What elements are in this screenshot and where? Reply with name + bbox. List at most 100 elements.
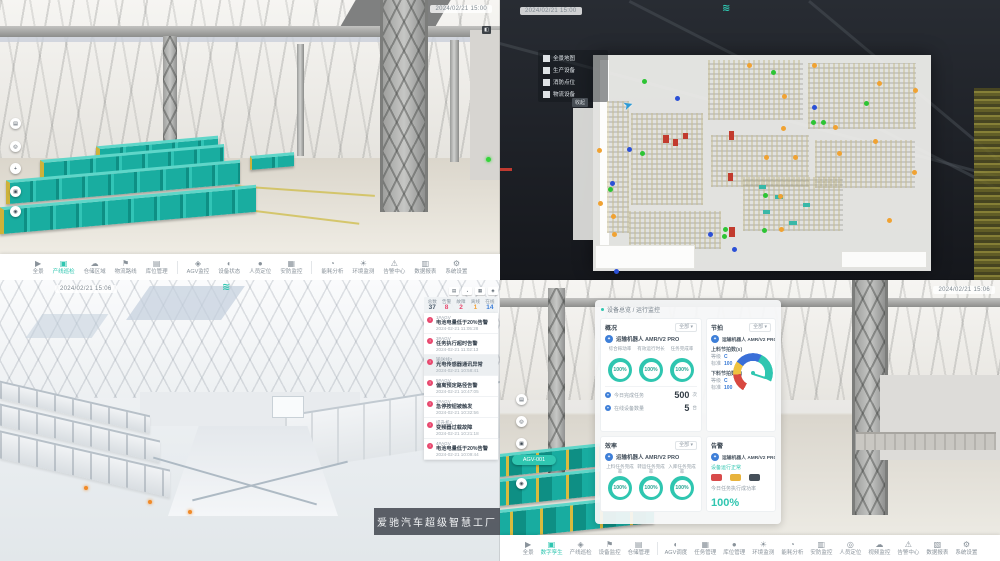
device-dot[interactable] bbox=[640, 151, 645, 156]
device-dot[interactable] bbox=[611, 214, 616, 219]
device-dot[interactable] bbox=[887, 218, 892, 223]
device-dot[interactable] bbox=[778, 194, 783, 199]
device-dot[interactable] bbox=[812, 63, 817, 68]
device-dot[interactable] bbox=[722, 234, 727, 239]
device-dot[interactable] bbox=[779, 227, 784, 232]
status-count[interactable]: 在线 14 bbox=[483, 299, 497, 311]
viewpoint-marker-button[interactable]: + bbox=[10, 163, 21, 174]
alarm-list-item[interactable]: ! 1#AGV 电池电量低于20%告警 2024-02-21 11:05:28 bbox=[424, 313, 498, 334]
toolbar-item[interactable]: ▦ 任务管理 bbox=[694, 541, 716, 556]
status-count[interactable]: 总数 37 bbox=[425, 299, 439, 311]
fullscreen-icon[interactable]: ◧ bbox=[482, 26, 491, 34]
device-dot[interactable] bbox=[912, 170, 917, 175]
viewpoint-marker-button[interactable]: ◉ bbox=[10, 206, 21, 217]
toolbar-item[interactable]: ▦ 安防监控 bbox=[280, 260, 302, 275]
device-dot[interactable] bbox=[732, 247, 737, 252]
viewpoint-marker-button[interactable]: ◉ bbox=[516, 478, 527, 489]
toolbar-item[interactable]: ▤ 仓储管理 bbox=[628, 541, 650, 556]
toolbar-item[interactable]: ⚙ 系统设置 bbox=[955, 541, 977, 556]
toolbar-item[interactable]: ▶ 全景 bbox=[33, 260, 44, 275]
toolbar-item[interactable]: ⚙ 系统设置 bbox=[445, 260, 467, 275]
device-dot[interactable] bbox=[612, 232, 617, 237]
device-dot[interactable] bbox=[642, 79, 647, 84]
toolbar-item[interactable]: ▤ 库位管理 bbox=[146, 260, 168, 275]
vehicle-icon[interactable] bbox=[730, 474, 741, 481]
toolbar-item[interactable]: ◈ 产线巡检 bbox=[570, 541, 592, 556]
toolbar-item[interactable]: ☀ 环境监测 bbox=[752, 541, 774, 556]
toolbar-item[interactable]: ▥ 安防监控 bbox=[810, 541, 832, 556]
panel-tab-button[interactable]: ▦ bbox=[475, 287, 485, 295]
toolbar-item[interactable]: ◔ 能耗分析 bbox=[321, 260, 343, 275]
device-dot[interactable] bbox=[913, 88, 918, 93]
viewpoint-marker-button[interactable]: ▣ bbox=[10, 186, 21, 197]
toolbar-item[interactable]: ◐ AGV调度 bbox=[665, 541, 688, 556]
toolbar-item[interactable]: ● 库位管理 bbox=[723, 541, 745, 556]
device-dot[interactable] bbox=[821, 120, 826, 125]
device-dot[interactable] bbox=[708, 232, 713, 237]
layer-toggle[interactable]: 物流设备 bbox=[543, 90, 603, 98]
device-dot[interactable] bbox=[877, 81, 882, 86]
device-dot[interactable] bbox=[747, 63, 752, 68]
device-dot[interactable] bbox=[812, 105, 817, 110]
toolbar-item[interactable]: ⚠ 告警中心 bbox=[897, 541, 919, 556]
status-count[interactable]: 离线 1 bbox=[468, 299, 482, 311]
toolbar-item[interactable]: ☁ 视频监控 bbox=[868, 541, 890, 556]
device-dot[interactable] bbox=[763, 193, 768, 198]
device-dot[interactable] bbox=[627, 147, 632, 152]
device-dot[interactable] bbox=[781, 126, 786, 131]
agv-tag-label[interactable]: AGV-001 bbox=[512, 455, 556, 465]
device-dot[interactable] bbox=[762, 228, 767, 233]
toolbar-item[interactable]: ⚠ 告警中心 bbox=[383, 260, 405, 275]
toolbar-item[interactable]: ⚑ 设备监控 bbox=[599, 541, 621, 556]
alarm-list-item[interactable]: ! 输送线2 光电传感器通讯异常 2024-02-21 10:58:41 bbox=[424, 355, 498, 376]
alarm-list-item[interactable]: ! 3#AGV 任务执行超时告警 2024-02-21 11:02:13 bbox=[424, 334, 498, 355]
device-dot[interactable] bbox=[723, 227, 728, 232]
viewpoint-marker-button[interactable]: ▤ bbox=[516, 394, 527, 405]
alarm-list-item[interactable]: ! 4#AGV 电池电量低于20%告警 2024-02-21 10:09:44 bbox=[424, 439, 498, 460]
toolbar-item[interactable]: ● 人员定位 bbox=[249, 260, 271, 275]
device-dot[interactable] bbox=[598, 201, 603, 206]
layer-toggle[interactable]: 生产设备 bbox=[543, 66, 603, 74]
device-dot[interactable] bbox=[833, 125, 838, 130]
viewpoint-marker-button[interactable]: ▣ bbox=[516, 438, 527, 449]
status-count[interactable]: 告警 8 bbox=[439, 299, 453, 311]
device-dot[interactable] bbox=[837, 151, 842, 156]
device-dot[interactable] bbox=[614, 269, 619, 274]
device-dot[interactable] bbox=[811, 120, 816, 125]
filter-select[interactable]: 全部 ▾ bbox=[675, 441, 697, 450]
toolbar-item[interactable]: ◈ AGV监控 bbox=[187, 260, 210, 275]
toolbar-item[interactable]: ☀ 环境监测 bbox=[352, 260, 374, 275]
status-count[interactable]: 故障 2 bbox=[454, 299, 468, 311]
vehicle-icon[interactable] bbox=[749, 474, 760, 481]
device-dot[interactable] bbox=[610, 181, 615, 186]
device-dot[interactable] bbox=[873, 139, 878, 144]
toolbar-item[interactable]: ▧ 数据报表 bbox=[926, 541, 948, 556]
alarm-list-item[interactable]: ! 2#AGV 急停按钮被触发 2024-02-21 10:32:56 bbox=[424, 397, 498, 418]
viewpoint-marker-button[interactable]: ▤ bbox=[10, 118, 21, 129]
device-dot[interactable] bbox=[771, 70, 776, 75]
toolbar-item[interactable]: ▥ 数据报表 bbox=[414, 260, 436, 275]
layer-toggle[interactable]: 消防点位 bbox=[543, 78, 603, 86]
toolbar-item[interactable]: ⚑ 物流路线 bbox=[115, 260, 137, 275]
device-dot[interactable] bbox=[764, 155, 769, 160]
agv-vehicle[interactable] bbox=[250, 152, 294, 170]
panel-tab-button[interactable]: ▤ bbox=[449, 287, 459, 295]
panel-tab-button[interactable]: ◈ bbox=[488, 287, 498, 295]
toolbar-item[interactable]: ▣ 产线巡检 bbox=[53, 260, 75, 275]
toolbar-item[interactable]: ◎ 人员定位 bbox=[839, 541, 861, 556]
device-dot[interactable] bbox=[608, 187, 613, 192]
toolbar-item[interactable]: ▣ 数字孪生 bbox=[541, 541, 563, 556]
panel-tab-button[interactable]: ◔ bbox=[462, 287, 472, 295]
viewpoint-marker-button[interactable]: ◎ bbox=[10, 141, 21, 152]
device-dot[interactable] bbox=[597, 148, 602, 153]
toolbar-item[interactable]: ◔ 能耗分析 bbox=[781, 541, 803, 556]
vehicle-icon[interactable] bbox=[711, 474, 722, 481]
toolbar-item[interactable]: ◐ 设备状态 bbox=[218, 260, 240, 275]
layer-toggle[interactable]: 全景地图 bbox=[543, 54, 603, 62]
alarm-list-item[interactable]: ! 提升机1 变频器过载故障 2024-02-21 10:21:18 bbox=[424, 418, 498, 439]
viewpoint-marker-button[interactable]: ◎ bbox=[516, 416, 527, 427]
factory-3d-scene[interactable] bbox=[0, 0, 500, 254]
toolbar-item[interactable]: ☁ 仓储区域 bbox=[84, 260, 106, 275]
floorplan-map[interactable]: ➤ bbox=[593, 55, 931, 271]
toolbar-item[interactable]: ▶ 全景 bbox=[523, 541, 534, 556]
